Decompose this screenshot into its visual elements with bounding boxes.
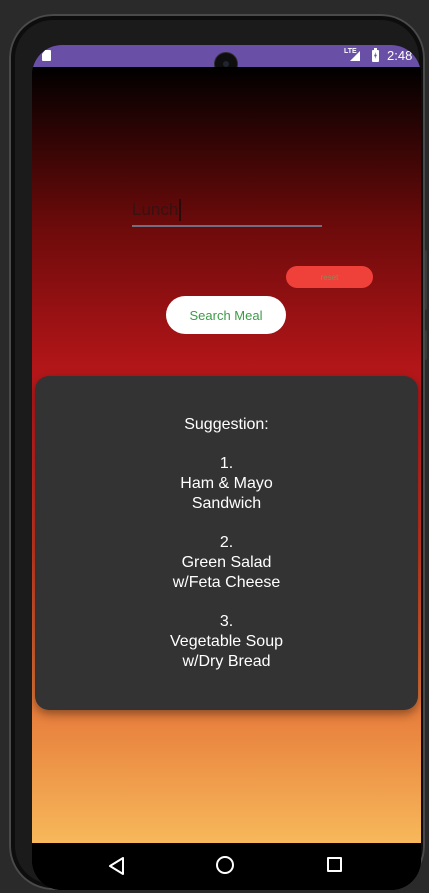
suggestion-number: 3.: [219, 613, 234, 630]
phone-frame: LTE 2:48 reset Search Meal Suggestion: 1…: [9, 14, 425, 890]
navigation-bar: [32, 843, 421, 890]
screen: LTE 2:48 reset Search Meal Suggestion: 1…: [32, 45, 421, 890]
reset-button[interactable]: reset: [286, 266, 373, 288]
suggestion-item-text: Green Salad: [181, 554, 272, 571]
recents-icon[interactable]: [327, 857, 342, 872]
suggestion-item-text: w/Dry Bread: [182, 653, 271, 670]
suggestion-card: Suggestion: 1. Ham & Mayo Sandwich 2. Gr…: [35, 376, 418, 710]
sd-card-icon: [42, 50, 51, 61]
battery-charging-icon: [372, 48, 379, 62]
search-meal-button[interactable]: Search Meal: [166, 296, 286, 334]
back-icon[interactable]: [108, 857, 126, 875]
suggestion-number: 2.: [219, 534, 234, 551]
app-content: reset Search Meal Suggestion: 1. Ham & M…: [32, 67, 421, 843]
suggestion-item-text: w/Feta Cheese: [172, 574, 281, 591]
meal-input[interactable]: [132, 195, 322, 227]
signal-icon: [350, 51, 360, 61]
suggestion-item-text: Sandwich: [191, 495, 262, 512]
home-icon[interactable]: [216, 856, 234, 874]
status-bar: LTE 2:48: [32, 45, 421, 75]
suggestion-item-text: Ham & Mayo: [180, 475, 273, 492]
suggestion-heading: Suggestion:: [184, 416, 269, 433]
clock: 2:48: [387, 48, 413, 63]
text-cursor: [179, 199, 181, 221]
suggestion-item-text: Vegetable Soup: [170, 633, 283, 650]
suggestion-number: 1.: [219, 455, 234, 472]
